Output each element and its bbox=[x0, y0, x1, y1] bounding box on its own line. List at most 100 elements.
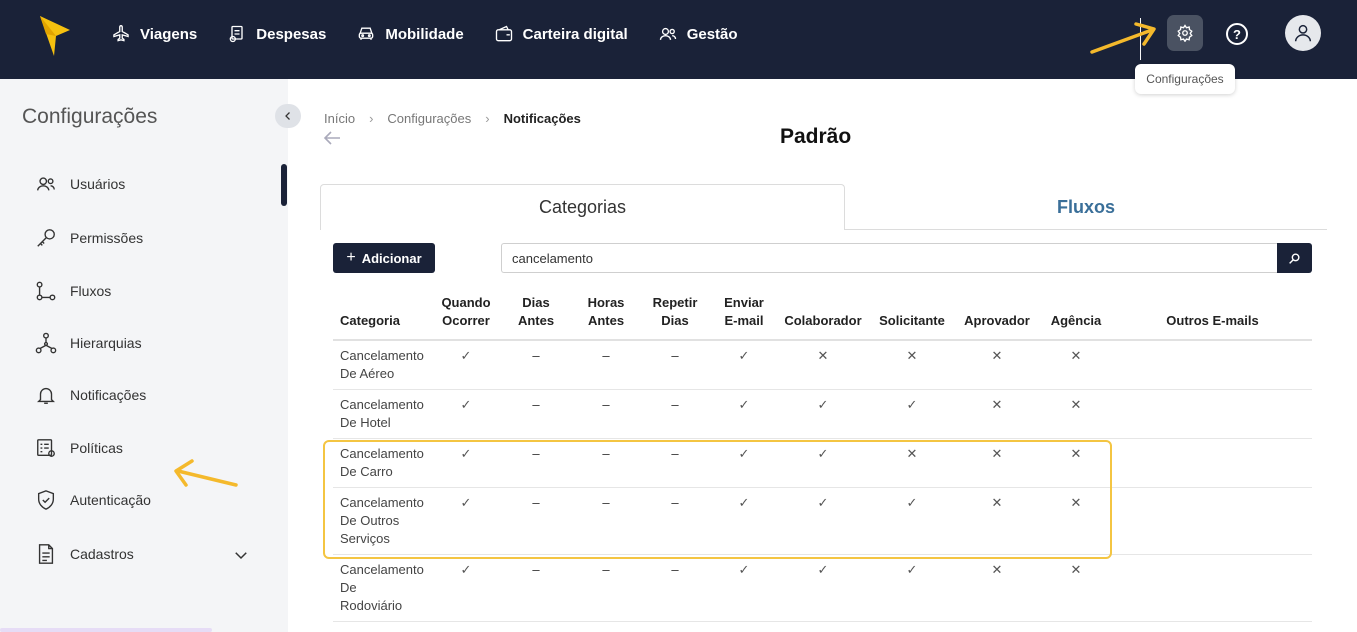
category-text: Cancelamento bbox=[340, 397, 424, 412]
sidebar-item-permissoes[interactable]: Permissões bbox=[35, 227, 143, 249]
nav-gestao[interactable]: Gestão bbox=[658, 24, 738, 44]
nav-label: Gestão bbox=[686, 25, 738, 43]
cell-outros-emails bbox=[1113, 340, 1312, 390]
dash-icon: – bbox=[639, 554, 711, 622]
sidebar-item-notificacoes[interactable]: Notificações bbox=[35, 384, 146, 406]
check-icon: ✓ bbox=[869, 554, 955, 622]
search-button[interactable] bbox=[1277, 243, 1312, 273]
sidebar-item-politicas[interactable]: Políticas bbox=[35, 437, 123, 459]
sidebar-item-hierarquias[interactable]: Hierarquias bbox=[35, 332, 142, 354]
table-body: Cancelamento De Aéreo ✓ – – – ✓ ✕ ✕ ✕ ✕ Cancelament… bbox=[333, 340, 1312, 622]
col-aprovador: Aprovador bbox=[955, 291, 1039, 341]
breadcrumb: Início › Configurações › Notificações bbox=[324, 111, 581, 126]
airplane-icon bbox=[113, 24, 129, 42]
sidebar-item-usuarios[interactable]: Usuários bbox=[35, 173, 125, 195]
check-icon: ✓ bbox=[433, 340, 499, 390]
logo-icon[interactable] bbox=[40, 16, 70, 56]
close-icon: ✕ bbox=[1039, 438, 1113, 488]
annotation-arrow bbox=[1090, 22, 1156, 54]
sidebar-item-label: Usuários bbox=[70, 176, 126, 192]
category-text: Rodoviário bbox=[340, 598, 403, 613]
search-input[interactable] bbox=[501, 243, 1278, 273]
sidebar-item-label: Hierarquias bbox=[70, 335, 142, 351]
user-avatar[interactable] bbox=[1285, 15, 1321, 51]
category-text: De Hotel bbox=[340, 415, 391, 430]
close-icon: ✕ bbox=[1039, 487, 1113, 555]
cell-categoria: Cancelamento De Rodoviário bbox=[333, 554, 433, 622]
col-agencia: Agência bbox=[1039, 291, 1113, 341]
users-icon bbox=[37, 177, 55, 191]
sidebar-item-cadastros[interactable]: Cadastros bbox=[35, 543, 134, 565]
sidebar-scrollbar[interactable] bbox=[281, 164, 287, 206]
close-icon: ✕ bbox=[1039, 340, 1113, 390]
tab-categorias[interactable]: Categorias bbox=[320, 184, 845, 230]
cell-outros-emails bbox=[1113, 389, 1312, 439]
check-icon: ✓ bbox=[711, 340, 777, 390]
add-button-label: Adicionar bbox=[361, 250, 422, 266]
breadcrumb-inicio[interactable]: Início bbox=[324, 111, 355, 126]
close-icon: ✕ bbox=[869, 340, 955, 390]
check-icon: ✓ bbox=[711, 487, 777, 555]
dash-icon: – bbox=[573, 554, 639, 622]
close-icon: ✕ bbox=[955, 438, 1039, 488]
nav-label: Carteira digital bbox=[522, 25, 628, 43]
col-enviar-email: Enviar E-mail bbox=[711, 291, 777, 341]
check-icon: ✓ bbox=[777, 487, 869, 555]
check-icon: ✓ bbox=[711, 389, 777, 439]
chevron-left-icon bbox=[285, 112, 290, 120]
help-button[interactable]: ? bbox=[1226, 23, 1248, 45]
back-arrow-icon[interactable] bbox=[322, 130, 342, 146]
car-icon bbox=[358, 27, 374, 40]
table-row[interactable]: Cancelamento De Aéreo ✓ – – – ✓ ✕ ✕ ✕ ✕ bbox=[333, 340, 1312, 390]
key-icon bbox=[37, 229, 55, 247]
table-row[interactable]: Cancelamento De Rodoviário ✓ – – – ✓ ✓ ✓ ✕ ✕ bbox=[333, 554, 1312, 622]
category-text: De Outros bbox=[340, 513, 400, 528]
sidebar-item-label: Políticas bbox=[70, 440, 123, 456]
close-icon: ✕ bbox=[955, 389, 1039, 439]
settings-button[interactable] bbox=[1167, 15, 1203, 51]
check-icon: ✓ bbox=[433, 389, 499, 439]
nav-carteira-digital[interactable]: Carteira digital bbox=[494, 24, 628, 44]
table-row[interactable]: Cancelamento De Carro ✓ – – – ✓ ✓ ✕ ✕ ✕ bbox=[333, 438, 1312, 488]
breadcrumb-configuracoes[interactable]: Configurações bbox=[387, 111, 471, 126]
wallet-icon bbox=[495, 25, 512, 42]
check-icon: ✓ bbox=[433, 554, 499, 622]
dash-icon: – bbox=[639, 438, 711, 488]
sidebar-item-label: Autenticação bbox=[70, 492, 151, 508]
col-solicitante: Solicitante bbox=[869, 291, 955, 341]
table-row[interactable]: Cancelamento De Outros Serviços ✓ – – – ✓ ✓ ✓ ✕ ✕ bbox=[333, 487, 1312, 555]
nav-despesas[interactable]: Despesas bbox=[227, 24, 326, 44]
check-icon: ✓ bbox=[711, 554, 777, 622]
cell-outros-emails bbox=[1113, 487, 1312, 555]
close-icon: ✕ bbox=[777, 340, 869, 390]
nav-mobilidade[interactable]: Mobilidade bbox=[356, 24, 464, 44]
table-row[interactable]: Cancelamento De Hotel ✓ – – – ✓ ✓ ✓ ✕ ✕ bbox=[333, 389, 1312, 439]
category-text: De bbox=[340, 580, 357, 595]
col-outros-emails: Outros E-mails bbox=[1113, 291, 1312, 341]
sidebar-item-autenticacao[interactable]: Autenticação bbox=[35, 489, 151, 511]
category-text: Cancelamento bbox=[340, 446, 424, 461]
add-button[interactable]: + Adicionar bbox=[333, 243, 435, 273]
chevron-down-icon[interactable] bbox=[232, 546, 250, 564]
sidebar: Configurações Usuários Permissões Fluxos… bbox=[0, 79, 288, 632]
sidebar-item-label: Permissões bbox=[70, 230, 144, 246]
col-horas-antes: Horas Antes bbox=[573, 291, 639, 341]
close-icon: ✕ bbox=[1039, 554, 1113, 622]
dash-icon: – bbox=[573, 389, 639, 439]
check-icon: ✓ bbox=[777, 389, 869, 439]
tab-underline bbox=[845, 229, 1327, 230]
tab-fluxos[interactable]: Fluxos bbox=[845, 184, 1327, 230]
table-header-row: Categoria Quando Ocorrer Dias Antes Horas A… bbox=[333, 291, 1312, 341]
dash-icon: – bbox=[639, 487, 711, 555]
check-icon: ✓ bbox=[777, 554, 869, 622]
nav-viagens[interactable]: Viagens bbox=[111, 24, 197, 44]
check-icon: ✓ bbox=[777, 438, 869, 488]
annotation-arrow bbox=[174, 459, 238, 487]
col-categoria: Categoria bbox=[333, 291, 433, 341]
collapse-sidebar-button[interactable] bbox=[275, 104, 301, 128]
nav-label: Viagens bbox=[140, 25, 198, 43]
sidebar-item-fluxos[interactable]: Fluxos bbox=[35, 280, 111, 302]
category-text: Cancelamento bbox=[340, 562, 424, 577]
close-icon: ✕ bbox=[955, 554, 1039, 622]
sidebar-item-label: Cadastros bbox=[70, 546, 134, 562]
